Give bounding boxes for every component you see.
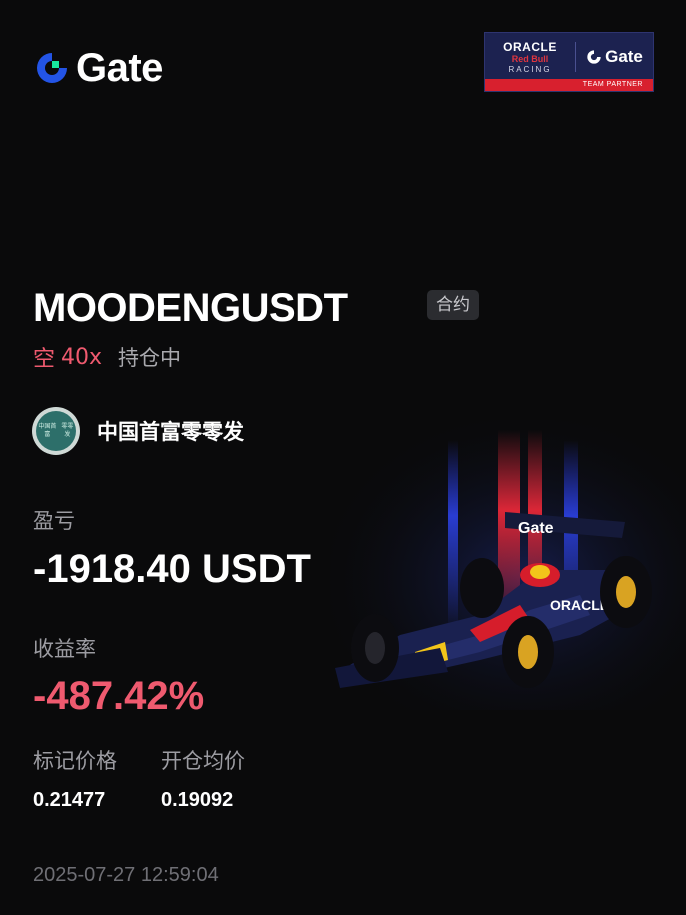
timestamp: 2025-07-27 12:59:04 (33, 864, 219, 886)
avatar-text-2: 零零发 (61, 423, 74, 438)
roi-value: -487.42% (33, 674, 205, 718)
avatar: 中国首富 零零发 (32, 407, 80, 455)
gate-logo: Gate (34, 48, 163, 88)
contract-symbol: MOODENGUSDT (33, 286, 348, 330)
position-status: 持仓中 (118, 346, 182, 370)
mark-price-label: 标记价格 (33, 749, 117, 773)
position-info-row: 空 40x 持仓中 (33, 342, 182, 373)
racing-text: RACING (508, 64, 552, 74)
avatar-text-1: 中国首富 (38, 423, 57, 438)
leverage: 40x (61, 344, 103, 370)
partner-gate-text: Gate (605, 47, 643, 66)
team-partner-strip: TEAM PARTNER (485, 79, 653, 91)
entry-price-label: 开仓均价 (161, 749, 245, 773)
mark-price-value: 0.21477 (33, 789, 106, 811)
oracle-text: ORACLE (503, 39, 557, 54)
gate-logo-small-icon (587, 50, 601, 64)
contract-type-tag: 合约 (427, 290, 479, 320)
red-bull-text: Red Bull (511, 53, 549, 64)
roi-label: 收益率 (33, 637, 96, 661)
entry-price-value: 0.19092 (161, 789, 234, 811)
brand-name: Gate (76, 46, 163, 90)
f1-car-illustration: Gate ORACLE (330, 420, 686, 710)
team-partner-badge: ORACLE Red Bull RACING Gate TEAM PARTNER (484, 32, 654, 92)
avatar-image: 中国首富 零零发 (36, 411, 76, 451)
user-info: 中国首富 零零发 中国首富零零发 (32, 407, 244, 455)
svg-text:Gate: Gate (518, 520, 554, 537)
pnl-label: 盈亏 (33, 509, 75, 533)
svg-text:ORACLE: ORACLE (550, 597, 609, 613)
username: 中国首富零零发 (97, 420, 244, 444)
position-side: 空 (33, 347, 56, 372)
red-bull-racing-logo: ORACLE Red Bull RACING (485, 41, 575, 74)
pnl-value: -1918.40 USDT (33, 547, 311, 591)
gate-logo-icon (37, 53, 67, 83)
partner-gate-logo: Gate (576, 47, 653, 67)
